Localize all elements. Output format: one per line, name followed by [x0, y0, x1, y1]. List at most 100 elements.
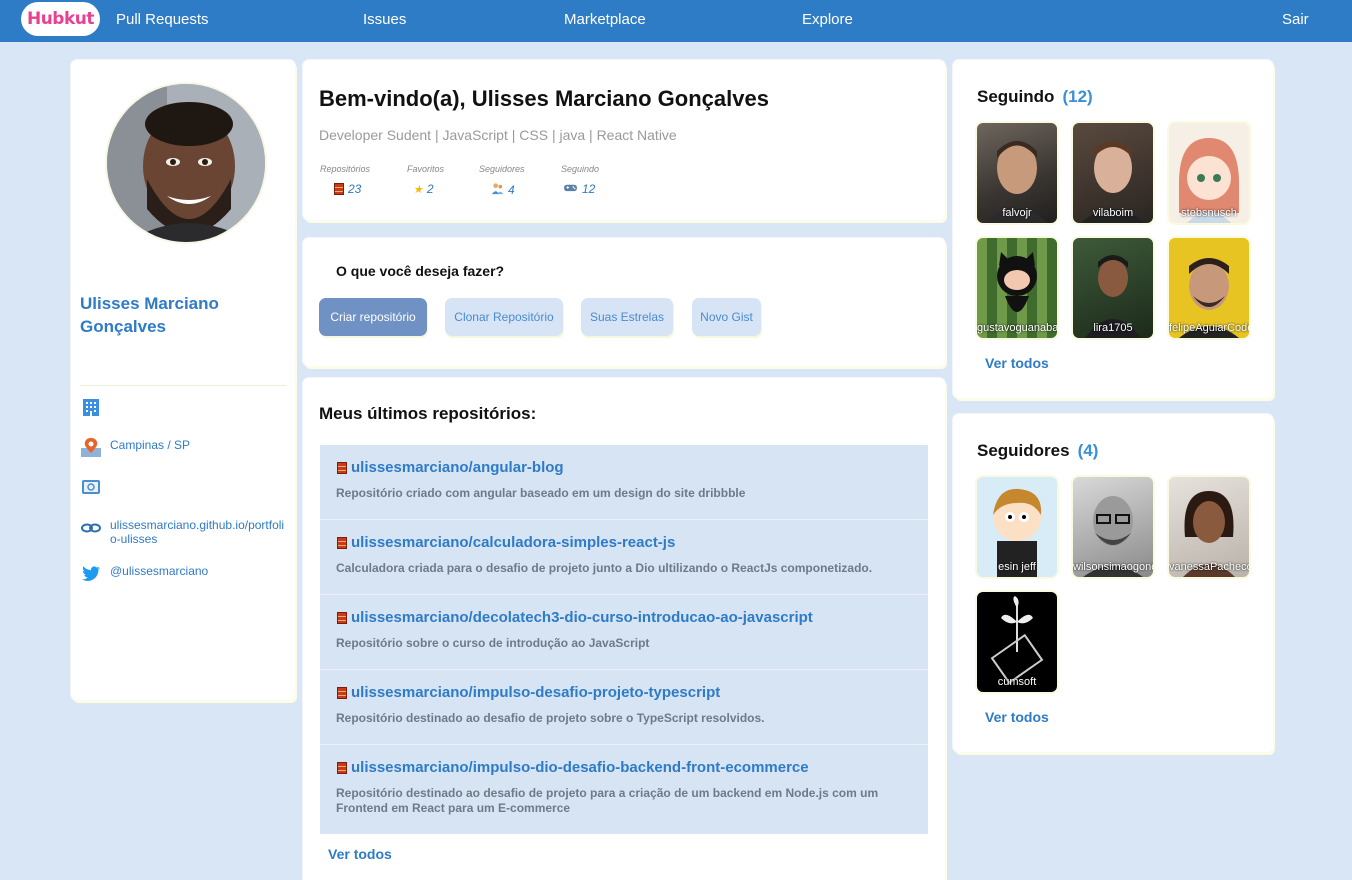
following-see-all-link[interactable]: Ver todos [985, 355, 1049, 371]
following-person[interactable]: gustavoguanabara [977, 238, 1057, 338]
repository-description: Repositório destinado ao desafio de proj… [336, 711, 765, 725]
people-icon [491, 182, 504, 198]
stars-button[interactable]: Suas Estrelas [581, 298, 673, 336]
profile-card: Ulisses Marciano Gonçalves Campinas / SP… [71, 60, 295, 700]
brick-icon [337, 761, 347, 774]
building-icon [80, 396, 102, 418]
repository-item[interactable]: ulissesmarciano/impulso-desafio-projeto-… [320, 670, 928, 745]
location-row: Campinas / SP [80, 436, 190, 458]
nav-issues[interactable]: Issues [363, 11, 406, 28]
twitter-icon [80, 562, 102, 584]
welcome-card: Bem-vindo(a), Ulisses Marciano Gonçalves… [303, 60, 945, 220]
stat-value: 2 [426, 182, 434, 196]
website-row: ulissesmarciano.github.io/portfolio-ulis… [80, 516, 288, 546]
stat-label: Seguindo [561, 164, 600, 174]
gamepad-icon [563, 182, 578, 196]
repository-item[interactable]: ulissesmarciano/calculadora-simples-reac… [320, 520, 928, 595]
person-name: felipeAguiarCode [1169, 322, 1249, 334]
following-person[interactable]: felipeAguiarCode [1169, 238, 1249, 338]
follower-person[interactable]: vanessaPacheco [1169, 477, 1249, 577]
repository-description: Repositório destinado ao desafio de proj… [336, 786, 879, 815]
following-person[interactable]: lira1705 [1073, 238, 1153, 338]
welcome-subtitle: Developer Sudent | JavaScript | CSS | ja… [319, 127, 677, 143]
follower-person[interactable]: wilsonsimaogonca [1073, 477, 1153, 577]
following-panel: Seguindo (12) falvojr vilaboim stebsnusch… [953, 60, 1273, 398]
follower-person[interactable]: cumsoft [977, 592, 1057, 692]
actions-question: O que você deseja fazer? [336, 263, 505, 279]
nav-marketplace[interactable]: Marketplace [564, 11, 646, 28]
link-icon [80, 516, 102, 538]
repository-name[interactable]: ulissesmarciano/angular-blog [351, 459, 564, 476]
repository-description: Repositório criado com angular baseado e… [336, 486, 746, 500]
stat-label: Seguidores [479, 164, 525, 174]
followers-see-all-link[interactable]: Ver todos [985, 709, 1049, 725]
hubkut-logo[interactable]: Hubkut [21, 2, 100, 36]
repository-item[interactable]: ulissesmarciano/impulso-dio-desafio-back… [320, 745, 928, 834]
person-name: stebsnusch [1181, 207, 1237, 219]
brick-icon [337, 536, 347, 549]
stat-label: Repositórios [320, 164, 371, 174]
email-row [80, 476, 110, 498]
person-name: falvojr [1002, 207, 1032, 219]
repository-name[interactable]: ulissesmarciano/impulso-dio-desafio-back… [351, 759, 809, 776]
stat-value: 4 [508, 183, 515, 197]
repository-name[interactable]: ulissesmarciano/decolatech3-dio-curso-in… [351, 609, 813, 626]
create-repository-button[interactable]: Criar repositório [319, 298, 427, 336]
stat-repositories[interactable]: Repositórios 23 [320, 164, 370, 196]
brick-icon [337, 686, 347, 699]
company-row [80, 396, 110, 418]
person-name: lira1705 [1093, 322, 1133, 334]
repository-description: Calculadora criada para o desafio de pro… [336, 561, 873, 575]
person-name: vanessaPacheco [1169, 561, 1249, 573]
stat-label: Favoritos [407, 164, 445, 174]
stat-value: 12 [582, 182, 596, 196]
following-person[interactable]: vilaboim [1073, 123, 1153, 223]
twitter-row: @ulissesmarciano [80, 562, 208, 584]
map-pin-icon [80, 436, 102, 458]
person-name: cumsoft [997, 676, 1037, 688]
profile-avatar[interactable] [107, 84, 265, 242]
stat-favorites[interactable]: Favoritos ★ 2 [407, 164, 444, 196]
stat-following[interactable]: Seguindo 12 [561, 164, 599, 196]
repositories-title: Meus últimos repositórios: [319, 404, 537, 423]
profile-divider [80, 385, 286, 386]
profile-name[interactable]: Ulisses Marciano Gonçalves [80, 292, 280, 338]
repository-item[interactable]: ulissesmarciano/decolatech3-dio-curso-in… [320, 595, 928, 670]
following-title: Seguindo (12) [977, 87, 1093, 106]
repository-description: Repositório sobre o curso de introdução … [336, 636, 650, 650]
followers-count: (4) [1077, 441, 1099, 460]
person-name: gustavoguanabara [977, 322, 1057, 334]
followers-title: Seguidores (4) [977, 441, 1099, 460]
logout-link[interactable]: Sair [1282, 11, 1309, 28]
top-navbar: Hubkut Pull Requests Issues Marketplace … [0, 0, 1352, 42]
star-icon: ★ [413, 183, 423, 196]
brick-icon [337, 461, 347, 474]
brick-icon [337, 611, 347, 624]
person-name: vilaboim [1092, 207, 1134, 219]
following-person[interactable]: stebsnusch [1169, 123, 1249, 223]
mail-icon [80, 476, 102, 498]
clone-repository-button[interactable]: Clonar Repositório [445, 298, 563, 336]
repository-list: ulissesmarciano/angular-blog Repositório… [320, 445, 928, 834]
new-gist-button[interactable]: Novo Gist [692, 298, 761, 336]
follower-person[interactable]: esin jeff [977, 477, 1057, 577]
person-name: esin jeff [998, 561, 1036, 573]
twitter-handle[interactable]: @ulissesmarciano [110, 564, 208, 578]
stat-followers[interactable]: Seguidores 4 [479, 164, 525, 198]
stat-value: 23 [348, 182, 362, 196]
repositories-see-all-link[interactable]: Ver todos [328, 846, 392, 862]
brick-icon [334, 183, 344, 195]
repository-item[interactable]: ulissesmarciano/angular-blog Repositório… [320, 445, 928, 520]
location-text: Campinas / SP [110, 438, 191, 452]
actions-card: O que você deseja fazer? Criar repositór… [303, 238, 945, 366]
repository-name[interactable]: ulissesmarciano/calculadora-simples-reac… [351, 534, 675, 551]
following-count: (12) [1062, 87, 1093, 106]
website-link[interactable]: ulissesmarciano.github.io/portfolio-ulis… [110, 518, 288, 546]
nav-pull-requests[interactable]: Pull Requests [116, 11, 209, 28]
person-name: wilsonsimaogonca [1073, 561, 1153, 573]
following-person[interactable]: falvojr [977, 123, 1057, 223]
welcome-title: Bem-vindo(a), Ulisses Marciano Gonçalves [319, 86, 769, 111]
followers-panel: Seguidores(4) esin jeff wilsonsimaogonca… [953, 414, 1273, 752]
repository-name[interactable]: ulissesmarciano/impulso-desafio-projeto-… [351, 684, 720, 701]
nav-explore[interactable]: Explore [802, 11, 853, 28]
